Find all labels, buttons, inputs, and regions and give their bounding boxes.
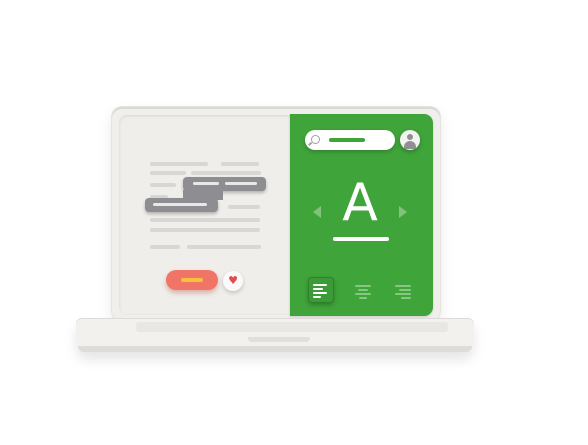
primary-action-button[interactable] <box>166 270 218 290</box>
search-input[interactable] <box>305 130 395 150</box>
font-preview-letter: A <box>342 173 378 233</box>
align-right-icon[interactable] <box>390 277 416 303</box>
button-dash-icon <box>181 278 203 282</box>
trackpad <box>248 337 310 342</box>
selection-connector <box>183 190 223 200</box>
text-line <box>150 183 176 187</box>
laptop-illustration: ♥ A <box>0 0 588 445</box>
text-line <box>221 162 259 166</box>
heart-icon[interactable]: ♥ <box>223 271 243 291</box>
align-center-icon[interactable] <box>350 277 376 303</box>
text-line <box>150 228 260 232</box>
prev-arrow-icon[interactable] <box>313 206 321 218</box>
text-line <box>228 205 260 209</box>
text-line <box>191 171 261 175</box>
keyboard <box>136 322 448 332</box>
selected-text-block[interactable] <box>183 177 266 191</box>
align-left-icon[interactable] <box>308 277 334 303</box>
user-avatar-icon[interactable] <box>400 130 420 150</box>
underline-indicator <box>333 237 389 241</box>
search-icon <box>311 135 320 144</box>
next-arrow-icon[interactable] <box>399 206 407 218</box>
text-line <box>150 245 180 249</box>
text-line <box>150 171 186 175</box>
text-line <box>150 218 260 222</box>
search-query-bar <box>329 138 365 142</box>
text-line <box>150 162 208 166</box>
laptop-base-edge <box>78 346 472 352</box>
selected-text-block[interactable] <box>145 198 218 212</box>
text-line <box>187 245 261 249</box>
